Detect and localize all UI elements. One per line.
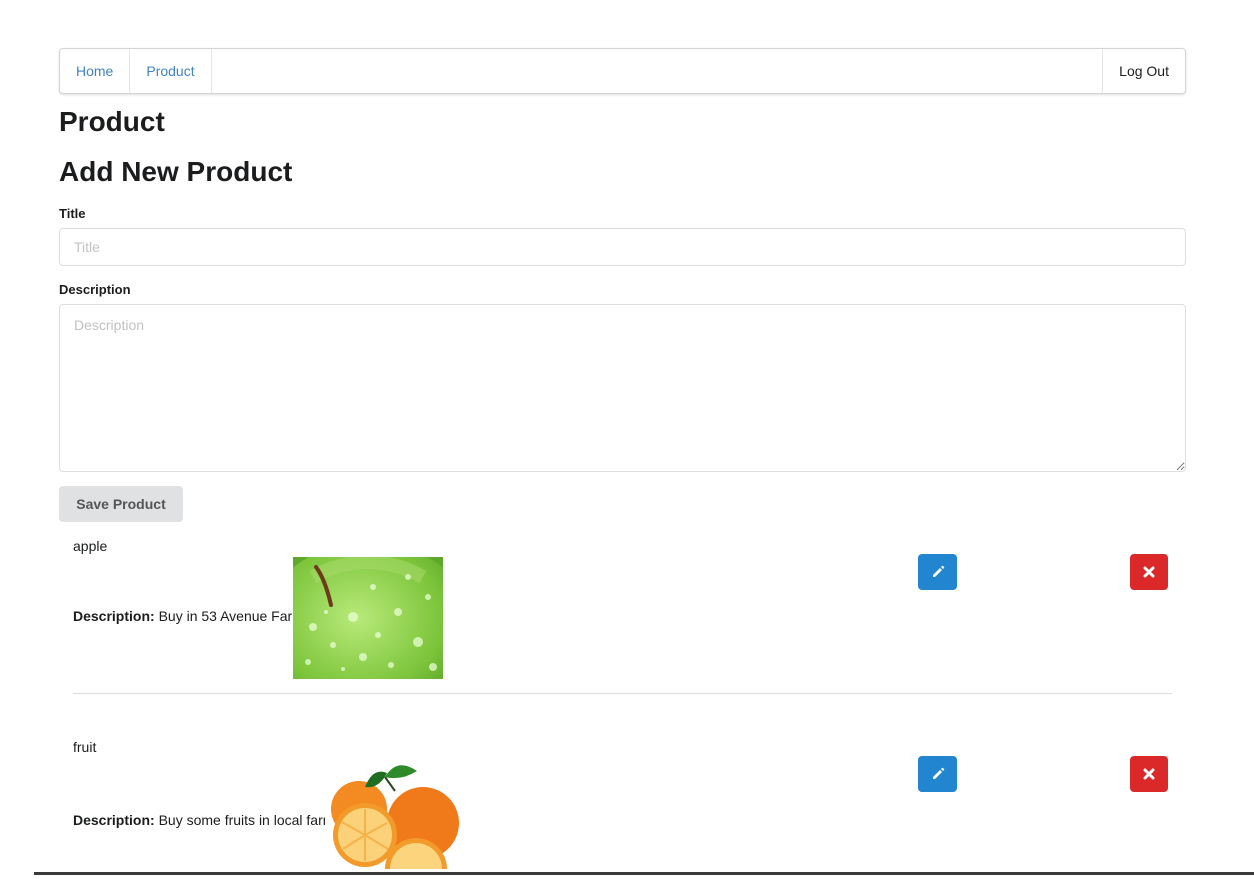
- pencil-icon: [932, 767, 944, 779]
- description-key: Description:: [73, 812, 155, 828]
- product-item: apple Description: Buy in 53 Avenue Farm: [73, 538, 1172, 688]
- nav-home-link[interactable]: Home: [60, 49, 131, 93]
- page-container: Home Product Log Out Product Add New Pro…: [59, 48, 1186, 875]
- edit-button[interactable]: [918, 756, 957, 792]
- edit-button[interactable]: [918, 554, 957, 590]
- top-navbar: Home Product Log Out: [59, 48, 1186, 94]
- close-icon: [1143, 566, 1155, 578]
- page-title: Product: [59, 106, 165, 137]
- nav-product-link[interactable]: Product: [130, 49, 212, 93]
- description-label: Description: [59, 282, 131, 297]
- divider: [73, 693, 1172, 694]
- save-product-button[interactable]: Save Product: [59, 486, 183, 522]
- form-title: Add New Product: [59, 156, 293, 187]
- product-name: apple: [73, 538, 108, 554]
- green-apple-image: [293, 557, 443, 679]
- description-value: Buy some fruits in local farm: [158, 812, 335, 828]
- close-icon: [1143, 768, 1155, 780]
- title-label: Title: [59, 206, 86, 221]
- product-name: fruit: [73, 739, 97, 755]
- product-description: Description: Buy in 53 Avenue Farm: [73, 608, 304, 624]
- description-value: Buy in 53 Avenue Farm: [158, 608, 304, 624]
- description-textarea[interactable]: [59, 304, 1186, 472]
- product-description: Description: Buy some fruits in local fa…: [73, 812, 334, 828]
- delete-button[interactable]: [1130, 554, 1168, 590]
- description-key: Description:: [73, 608, 155, 624]
- product-item: fruit Description: Buy some fruits in lo…: [73, 739, 1172, 879]
- pencil-icon: [932, 565, 944, 577]
- oranges-image: [325, 757, 461, 875]
- logout-link[interactable]: Log Out: [1102, 49, 1185, 93]
- delete-button[interactable]: [1130, 756, 1168, 792]
- title-input[interactable]: [59, 228, 1186, 266]
